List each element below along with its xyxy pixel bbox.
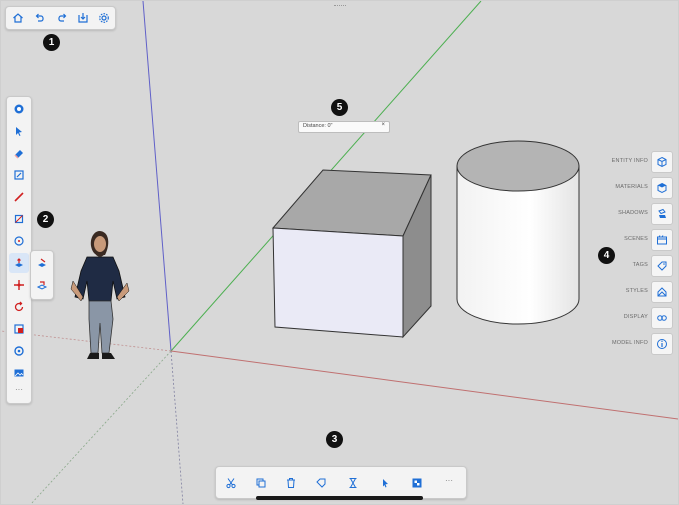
orbit-icon[interactable]: [9, 99, 29, 119]
entity-info-icon[interactable]: [651, 151, 673, 173]
entity-info-label: ENTITY INFO: [611, 158, 648, 164]
display-icon[interactable]: [651, 307, 673, 329]
right-panel: ENTITY INFO MATERIALS SHADOWS SCENES TAG…: [538, 151, 678, 355]
callout-1: 1: [43, 34, 60, 51]
rectangle-icon[interactable]: [9, 209, 29, 229]
tag-icon[interactable]: [310, 472, 332, 494]
bottom-toolbar: ···: [215, 466, 467, 499]
shadows-icon[interactable]: [651, 203, 673, 225]
callout-2: 2: [37, 211, 54, 228]
hourglass-icon[interactable]: [342, 472, 364, 494]
more-tools-button[interactable]: ···: [9, 385, 29, 397]
blue-axis: [142, 1, 172, 352]
scenes-label: SCENES: [624, 236, 648, 242]
follow-me-icon[interactable]: [32, 275, 52, 295]
scenes-icon[interactable]: [651, 229, 673, 251]
select-icon[interactable]: [9, 121, 29, 141]
move-icon[interactable]: [9, 275, 29, 295]
scale-icon[interactable]: [9, 319, 29, 339]
blue-axis-dotted: [170, 350, 184, 504]
eraser-icon[interactable]: [9, 143, 29, 163]
sketchup-window: 1 2 3 4 5 Distance: 0" × ··· ENTITY INFO…: [0, 0, 679, 505]
home-indicator[interactable]: [256, 496, 423, 500]
tape-measure-icon[interactable]: [9, 341, 29, 361]
paint-icon[interactable]: [9, 165, 29, 185]
line-icon[interactable]: [9, 187, 29, 207]
measurement-label: Distance: 0": [303, 123, 333, 129]
more-actions-button[interactable]: ···: [438, 476, 460, 485]
close-icon[interactable]: ×: [381, 122, 385, 128]
model-info-icon[interactable]: [651, 333, 673, 355]
display-label: DISPLAY: [623, 314, 648, 320]
push-pull-variant-icon[interactable]: [32, 253, 52, 273]
styles-icon[interactable]: [651, 281, 673, 303]
materials-label: MATERIALS: [615, 184, 648, 190]
materials-icon[interactable]: [651, 177, 673, 199]
person-figure[interactable]: [70, 231, 130, 359]
settings-icon[interactable]: [94, 8, 114, 28]
push-pull-icon[interactable]: [9, 253, 29, 273]
redo-icon[interactable]: [52, 8, 72, 28]
copy-icon[interactable]: [250, 472, 272, 494]
push-pull-flyout: [30, 250, 54, 300]
home-icon[interactable]: [8, 8, 28, 28]
measurement-box[interactable]: Distance: 0" ×: [298, 121, 390, 133]
model-info-label: MODEL INFO: [611, 340, 648, 346]
tags-label: TAGS: [632, 262, 648, 268]
green-axis-dotted: [30, 350, 172, 504]
shadows-label: SHADOWS: [618, 210, 648, 216]
undo-icon[interactable]: [30, 8, 50, 28]
delete-icon[interactable]: [280, 472, 302, 494]
cut-icon[interactable]: [220, 472, 242, 494]
export-icon[interactable]: [73, 8, 93, 28]
box-model[interactable]: [271, 169, 432, 339]
drag-handle[interactable]: [334, 5, 346, 8]
callout-5: 5: [331, 99, 348, 116]
circle-icon[interactable]: [9, 231, 29, 251]
tags-icon[interactable]: [651, 255, 673, 277]
rotate-icon[interactable]: [9, 297, 29, 317]
styles-label: STYLES: [625, 288, 648, 294]
select-arrow-icon[interactable]: [374, 472, 396, 494]
top-toolbar: [5, 6, 116, 30]
red-axis: [170, 350, 678, 420]
image-icon[interactable]: [9, 363, 29, 383]
left-toolbar: ···: [6, 96, 32, 404]
checker-icon[interactable]: [406, 472, 428, 494]
callout-3: 3: [326, 431, 343, 448]
